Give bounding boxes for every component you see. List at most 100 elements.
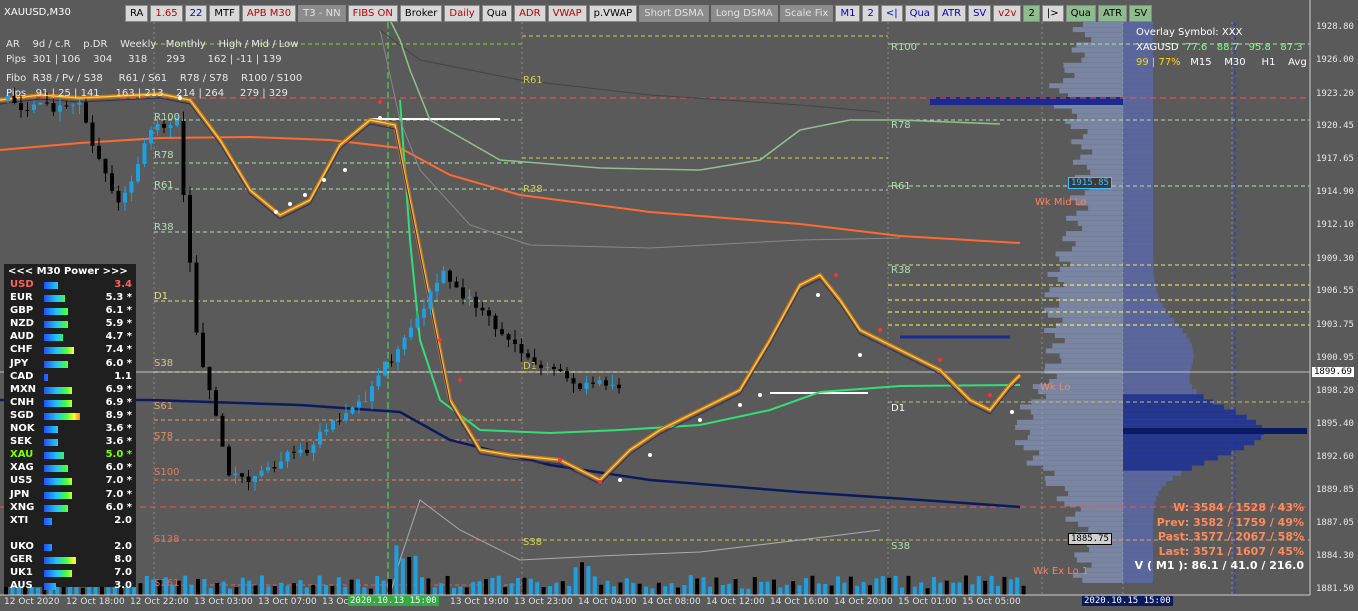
volume-bar — [426, 578, 431, 595]
volume-profile-bar — [1047, 271, 1123, 277]
volume-profile-bar — [1055, 251, 1123, 257]
power-value: 2.0 — [114, 540, 132, 552]
toolbar-button[interactable]: |> — [1041, 5, 1064, 22]
signal-dot — [378, 116, 382, 120]
power-header[interactable]: <<< M30 Power >>> — [4, 264, 136, 279]
candle-body — [38, 102, 43, 105]
toolbar-button[interactable]: APB M30 — [241, 5, 297, 22]
time-tick: 14 Oct 16:00 — [770, 597, 829, 607]
volume-bar — [964, 575, 968, 595]
volume-profile-bar — [1082, 226, 1123, 231]
volume-profile-bar — [1030, 409, 1123, 415]
pivot-label: S138 — [154, 534, 180, 545]
volume-profile-bar — [1123, 83, 1153, 89]
volume-profile-bar — [1044, 475, 1123, 481]
toolbar-button[interactable]: ADR — [514, 5, 546, 22]
toolbar-button[interactable]: Short DSMA — [639, 5, 709, 22]
toolbar-button[interactable]: SV — [1129, 5, 1153, 22]
overlay-values: 77.6 88.7 95.8 87.3 — [1185, 42, 1303, 53]
toolbar-button[interactable]: ATR — [1097, 5, 1128, 22]
volume-bar — [535, 582, 540, 595]
stats-row: Pips 301 | 106 304 318 293 162 | -11 | 1… — [6, 54, 282, 65]
volume-profile-bar — [1123, 333, 1187, 339]
volume-profile-bar — [1123, 353, 1194, 359]
toolbar-button[interactable]: SV — [968, 5, 992, 22]
volume-profile-bar — [1017, 419, 1123, 425]
toolbar-button[interactable]: 2 — [862, 5, 879, 22]
toolbar-button[interactable]: Qua — [481, 5, 513, 22]
volume-profile-bar — [1070, 261, 1123, 267]
power-currency: USD — [10, 279, 34, 290]
time-tick: 14 Oct 08:00 — [642, 597, 701, 607]
toolbar-button[interactable]: 1.65 — [150, 5, 183, 22]
volume-profile-bar — [1123, 343, 1193, 349]
toolbar-button[interactable]: p.VWAP — [588, 5, 638, 22]
toolbar-button[interactable]: RA — [125, 5, 149, 22]
power-currency: NOK — [10, 423, 35, 435]
volume-profile-bar — [1123, 124, 1153, 129]
toolbar-button[interactable]: Broker — [399, 5, 443, 22]
toolbar-button[interactable]: <| — [880, 5, 903, 22]
power-bar — [44, 360, 68, 368]
toolbar-button[interactable]: v2v — [993, 5, 1022, 22]
candle-body — [19, 103, 23, 110]
volume-bar — [592, 576, 597, 595]
toolbar-button[interactable]: 2 — [1023, 5, 1040, 22]
power-bar — [44, 282, 58, 289]
price-axis[interactable]: 1928.80 1926.00 1923.20 1920.45 1917.65 1914.… — [1310, 0, 1358, 595]
power-row: CAD 1.1 — [4, 371, 136, 384]
toolbar-button[interactable]: M1 — [835, 5, 861, 22]
candle-body — [155, 123, 160, 131]
volume-bar — [618, 582, 623, 595]
toolbar-button[interactable]: FIBS ON — [347, 5, 398, 22]
candle-body — [409, 327, 413, 338]
volume-profile-bar — [1123, 78, 1153, 84]
indicator-toolbar: RA 1.65 22 MTF APB M30 T3 - NN FIBS ON Broker Da… — [125, 5, 1153, 22]
candle-body — [376, 375, 381, 387]
power-bar — [44, 373, 48, 381]
price-tick: 1884.30 — [1316, 550, 1354, 561]
toolbar-button[interactable]: VWAP — [547, 5, 587, 22]
candle-body — [292, 451, 296, 453]
toolbar-button[interactable]: Daily — [444, 5, 480, 22]
toolbar-button[interactable]: Scale Fix — [779, 5, 834, 22]
signal-dot — [698, 418, 702, 422]
candle-body — [324, 429, 329, 432]
candle-body — [305, 449, 309, 454]
volume-profile-bar — [1043, 465, 1123, 471]
price-tick: 1887.05 — [1316, 518, 1354, 529]
volume-profile-bar — [1123, 241, 1154, 247]
volume-bar — [509, 583, 514, 595]
overlay-symbol-panel: Overlay Symbol: XXX XAGUSD 77.6 88.7 95.… — [1136, 27, 1307, 68]
poc-bar — [1123, 428, 1307, 434]
power-value: 7.0 * — [105, 475, 132, 487]
volume-bar — [829, 585, 834, 595]
signal-dot — [303, 193, 307, 197]
volume-bar — [541, 587, 546, 595]
power-currency: CHF — [10, 344, 33, 356]
candle-body — [331, 420, 335, 430]
volume-profile-bar — [1123, 190, 1153, 196]
toolbar-button[interactable]: ATR — [936, 5, 967, 22]
candle-body — [337, 420, 342, 422]
volume-profile-bar — [1123, 266, 1154, 272]
toolbar-button[interactable]: 22 — [184, 5, 208, 22]
toolbar-button[interactable]: Qua — [1065, 5, 1096, 22]
toolbar-button[interactable]: Qua — [904, 5, 935, 22]
volume-bar — [496, 575, 501, 595]
volume-profile-bar — [1066, 215, 1123, 221]
candle-body — [506, 334, 511, 340]
volume-bar — [253, 585, 258, 595]
toolbar-button[interactable]: T3 - NN — [298, 5, 346, 22]
power-value: 7.4 * — [105, 344, 132, 356]
toolbar-button[interactable]: Long DSMA — [710, 5, 778, 22]
power-row: AUD 4.7 * — [4, 331, 136, 344]
volume-profile-bar — [1123, 363, 1192, 369]
volume-bar — [234, 587, 239, 595]
volume-bar — [957, 582, 962, 595]
price-tick: 1898.20 — [1316, 385, 1354, 396]
toolbar-button[interactable]: MTF — [209, 5, 240, 22]
power-currency: JPY — [10, 357, 29, 369]
candle-body — [311, 444, 316, 454]
volume-bar — [247, 580, 252, 595]
